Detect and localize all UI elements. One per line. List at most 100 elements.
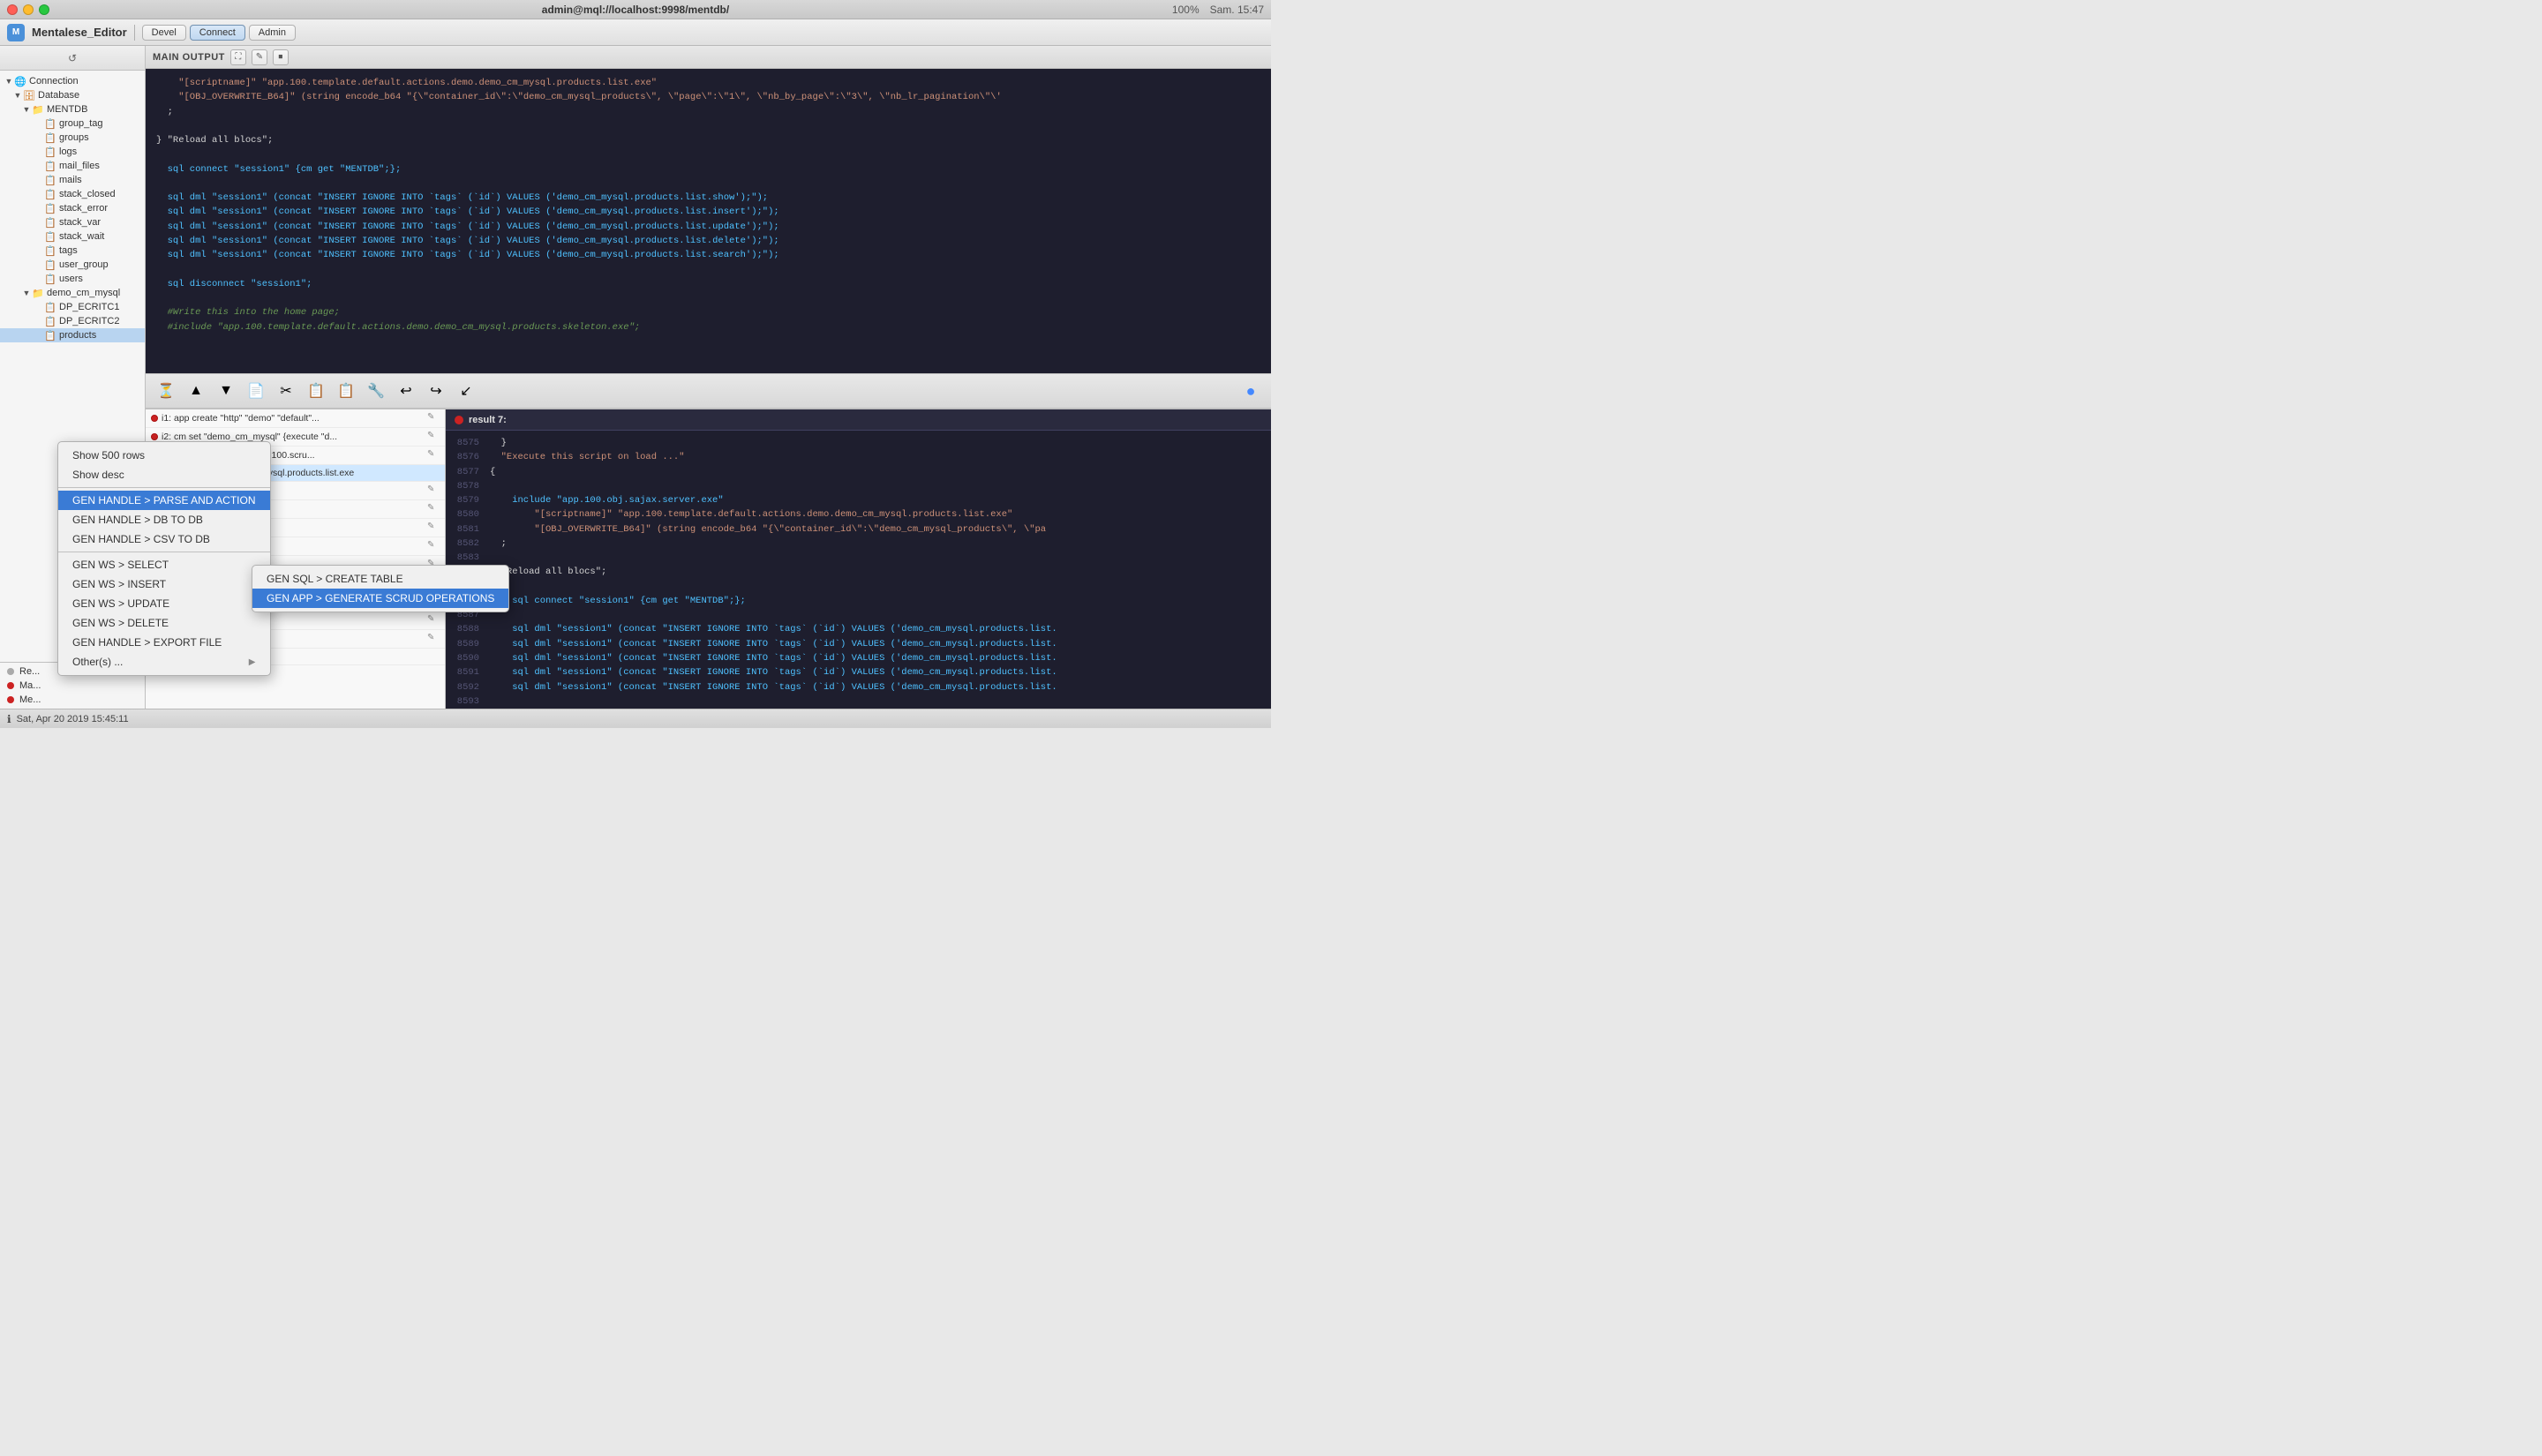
ctx-gen-handle-db[interactable]: GEN HANDLE > DB TO DB [58,510,270,529]
sidebar-bottom-ma-label: Ma... [19,680,41,691]
down-btn[interactable]: ▼ [213,378,239,404]
expand-icon: ▼ [21,288,32,298]
edit-icon[interactable]: ✎ [427,449,440,462]
tree-item-mail-files[interactable]: 📋 mail_files [0,159,145,173]
edit-icon[interactable]: ✎ [427,503,440,515]
redo-btn[interactable]: ↪ [423,378,449,404]
page-btn[interactable]: 📄 [243,378,269,404]
status-dot [7,668,14,675]
line-content [490,551,495,565]
ctx-gen-sql-create[interactable]: GEN SQL > CREATE TABLE [252,569,508,589]
menu-bar-right: 100% Sam. 15:47 [1172,4,1264,16]
result-title-text: result 7: [469,415,507,425]
result-line: 8576 "Execute this script on load ..." [455,450,1262,464]
tree-item-logs[interactable]: 📋 logs [0,145,145,159]
tree-item-stack-wait[interactable]: 📋 stack_wait [0,229,145,244]
tree-label-dp-ecritc1: DP_ECRITC1 [59,302,119,312]
tree-label-logs: logs [59,146,77,157]
line-number: 8592 [455,680,490,694]
tree-item-dp-ecritc2[interactable]: 📋 DP_ECRITC2 [0,314,145,328]
line-number: 8591 [455,665,490,679]
tree-item-stack-closed[interactable]: 📋 stack_closed [0,187,145,201]
tree-item-group-tag[interactable]: 📋 group_tag [0,116,145,131]
expand-icon [34,217,44,228]
result-line: 8589 sql dml "session1" (concat "INSERT … [455,637,1262,651]
blue-dot-btn[interactable]: ● [1237,378,1264,404]
tree-item-mails[interactable]: 📋 mails [0,173,145,187]
ctx-gen-handle-export[interactable]: GEN HANDLE > EXPORT FILE [58,633,270,652]
ctx-gen-ws-insert[interactable]: GEN WS > INSERT [58,574,270,594]
output-container: MAIN OUTPUT ⛶ ✎ ⏹ "[scriptname]" "app.10… [146,46,1271,373]
mid-toolbar: ⏳ ▲ ▼ 📄 ✂ 📋 📋 🔧 ↩ ↪ ↙ ● [146,373,1271,409]
tree-label-users: users [59,274,83,284]
table-icon: 📋 [44,146,56,158]
ctx-show-500[interactable]: Show 500 rows [58,446,270,465]
window-controls[interactable] [7,4,49,15]
edit-icon[interactable]: ✎ [427,633,440,645]
table-icon: 📋 [44,117,56,130]
status-dot [7,696,14,703]
ctx-show-desc[interactable]: Show desc [58,465,270,484]
edit-icon[interactable]: ✎ [427,522,440,534]
tree-label-group-tag: group_tag [59,118,103,129]
inst-item-i1[interactable]: i1: app create "http" "demo" "default"..… [146,409,445,428]
ctx-gen-handle-parse[interactable]: GEN HANDLE > PARSE AND ACTION [58,491,270,510]
line-number: 8581 [455,522,490,537]
close-button[interactable] [7,4,18,15]
context-menu: Show 500 rows Show desc GEN HANDLE > PAR… [57,441,271,676]
line-content: "[scriptname]" "app.100.template.default… [490,507,1012,522]
tree-item-dp-ecritc1[interactable]: 📋 DP_ECRITC1 [0,300,145,314]
undo-btn[interactable]: ↩ [393,378,419,404]
copy-btn[interactable]: 📋 [303,378,329,404]
edit-icon[interactable]: ✎ [427,431,440,443]
line-number: 8583 [455,551,490,565]
arrow-btn[interactable]: ↙ [453,378,479,404]
tree-item-demo-cm-mysql[interactable]: ▼ 📁 demo_cm_mysql [0,286,145,300]
tree-item-database[interactable]: ▼ 🗄 Database [0,88,145,102]
maximize-button[interactable] [39,4,49,15]
tree-item-mentdb[interactable]: ▼ 📁 MENTDB [0,102,145,116]
minimize-button[interactable] [23,4,34,15]
code-line [156,291,1260,305]
ctx-gen-handle-csv[interactable]: GEN HANDLE > CSV TO DB [58,529,270,549]
table-icon: 📋 [44,315,56,327]
ctx-gen-app-scrud[interactable]: GEN APP > GENERATE SCRUD OPERATIONS [252,589,508,608]
output-expand-btn[interactable]: ⛶ [230,49,246,65]
ctx-gen-ws-delete[interactable]: GEN WS > DELETE [58,613,270,633]
tree-item-stack-error[interactable]: 📋 stack_error [0,201,145,215]
ctx-gen-ws-update[interactable]: GEN WS > UPDATE [58,594,270,613]
line-number: 8589 [455,637,490,651]
sidebar-bottom-ma[interactable]: Ma... [0,679,145,693]
tree-item-user-group[interactable]: 📋 user_group [0,258,145,272]
line-number: 8593 [455,694,490,709]
tree-item-products[interactable]: 📋 products [0,328,145,342]
refresh-button[interactable]: ↺ [65,51,79,65]
hourglass-btn[interactable]: ⏳ [153,378,179,404]
output-stop-btn[interactable]: ⏹ [273,49,289,65]
result-line: 8587 [455,608,1262,622]
up-btn[interactable]: ▲ [183,378,209,404]
devel-tab[interactable]: Devel [142,25,186,41]
output-edit-btn[interactable]: ✎ [252,49,267,65]
tree-item-groups[interactable]: 📋 groups [0,131,145,145]
ctx-gen-ws-select[interactable]: GEN WS > SELECT [58,555,270,574]
connect-tab[interactable]: Connect [190,25,245,41]
edit-icon[interactable]: ✎ [427,614,440,627]
edit-icon[interactable]: ✎ [427,484,440,497]
result-line: 8583 [455,551,1262,565]
edit-icon[interactable]: ✎ [427,412,440,424]
ctx-others-submenu[interactable]: Other(s) ... ▶ [58,652,270,672]
edit-icon[interactable]: ✎ [427,540,440,552]
app-icon: M [7,24,25,41]
code-line: #include "app.100.template.default.actio… [156,320,1260,334]
admin-tab[interactable]: Admin [249,25,296,41]
tree-item-tags[interactable]: 📋 tags [0,244,145,258]
tree-item-stack-var[interactable]: 📋 stack_var [0,215,145,229]
sidebar-bottom-me[interactable]: Me... [0,693,145,707]
tree-item-connection[interactable]: ▼ 🌐 Connection [0,74,145,88]
tool-btn[interactable]: 🔧 [363,378,389,404]
cut-btn[interactable]: ✂ [273,378,299,404]
tree-item-users[interactable]: 📋 users [0,272,145,286]
line-content: sql dml "session1" (concat "INSERT IGNOR… [490,622,1057,636]
paste-btn[interactable]: 📋 [333,378,359,404]
